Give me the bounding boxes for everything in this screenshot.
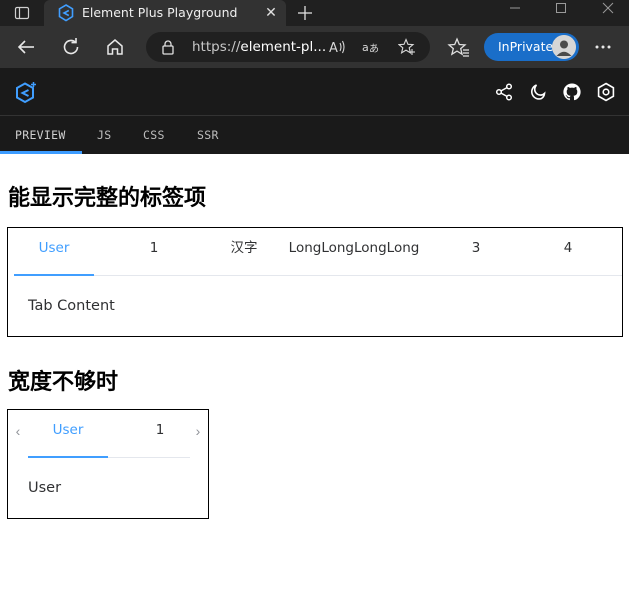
section-title-narrow-tabs: 宽度不够时	[8, 369, 119, 394]
tab-user[interactable]: User	[14, 228, 94, 275]
minimize-icon[interactable]	[492, 0, 538, 26]
tabs-nav-full: User 1 汉字 LongLongLongLong 3 4	[14, 228, 622, 276]
close-window-icon[interactable]	[584, 0, 629, 26]
tab-hanzi[interactable]: 汉字	[204, 228, 284, 275]
tab-3[interactable]: 3	[436, 228, 516, 275]
inprivate-button[interactable]: InPrivate	[484, 33, 579, 61]
favorites-icon[interactable]	[447, 36, 471, 60]
tab-4[interactable]: 4	[528, 228, 608, 275]
tab-active-bar	[14, 274, 94, 276]
tab-css[interactable]: CSS	[143, 116, 165, 154]
scroll-next-icon[interactable]: ›	[188, 410, 208, 457]
read-aloud-icon[interactable]: A	[328, 38, 346, 56]
tab-longlonglonglong[interactable]: LongLongLongLong	[286, 228, 422, 275]
element-plus-logo-icon[interactable]	[14, 81, 38, 105]
browser-title-bar: Element Plus Playground ✕	[0, 0, 629, 26]
github-icon[interactable]	[562, 82, 582, 102]
svg-text:A: A	[329, 41, 338, 56]
profile-avatar-icon	[552, 35, 576, 59]
avatar	[552, 35, 576, 59]
tab-panel-content: User	[28, 480, 62, 496]
tab-ssr[interactable]: SSR	[197, 116, 219, 154]
tab-user[interactable]: User	[28, 410, 108, 457]
svg-text:あ: あ	[369, 43, 379, 55]
tab-panel-content: Tab Content	[28, 298, 115, 314]
element-plus-favicon-icon	[58, 4, 74, 22]
back-icon[interactable]	[14, 35, 38, 59]
address-bar[interactable]: https://element-pl... A a あ	[146, 32, 430, 62]
share-icon[interactable]	[494, 82, 514, 102]
close-tab-icon[interactable]: ✕	[263, 4, 279, 20]
url-text: https://element-pl...	[192, 39, 326, 55]
browser-tab[interactable]: Element Plus Playground ✕	[44, 0, 286, 26]
tab-1[interactable]: 1	[114, 228, 194, 275]
tabs-container-full: User 1 汉字 LongLongLongLong 3 4 Tab Conte…	[7, 227, 623, 337]
tab-actions-icon[interactable]	[14, 5, 30, 21]
browser-toolbar: https://element-pl... A a あ InPrivate	[0, 26, 629, 68]
active-tab-indicator	[0, 151, 82, 154]
translate-icon[interactable]: a あ	[362, 38, 380, 56]
tab-js[interactable]: JS	[97, 116, 111, 154]
svg-text:a: a	[362, 41, 369, 54]
new-tab-icon[interactable]	[294, 2, 316, 24]
refresh-icon[interactable]	[59, 35, 83, 59]
tabs-container-narrow: ‹ User 1 › User	[7, 409, 209, 519]
settings-icon[interactable]	[596, 82, 616, 102]
browser-tab-title: Element Plus Playground	[82, 5, 238, 20]
maximize-icon[interactable]	[538, 0, 584, 26]
add-favorite-icon[interactable]	[398, 38, 416, 56]
playground-header	[0, 68, 629, 116]
home-icon[interactable]	[103, 35, 127, 59]
lock-icon[interactable]	[160, 39, 176, 55]
tabs-nav-narrow: User 1	[28, 410, 190, 458]
url-scheme: https://	[192, 39, 241, 55]
playground-tabs: PREVIEW JS CSS SSR	[0, 116, 629, 154]
tab-preview[interactable]: PREVIEW	[15, 116, 66, 154]
tab-active-bar	[28, 456, 108, 458]
url-host: element-pl...	[240, 39, 327, 55]
dark-mode-icon[interactable]	[528, 82, 548, 102]
section-title-full-tabs: 能显示完整的标签项	[8, 185, 207, 210]
inprivate-label: InPrivate	[498, 39, 554, 54]
scroll-prev-icon[interactable]: ‹	[8, 410, 28, 457]
more-options-icon[interactable]	[591, 35, 615, 59]
